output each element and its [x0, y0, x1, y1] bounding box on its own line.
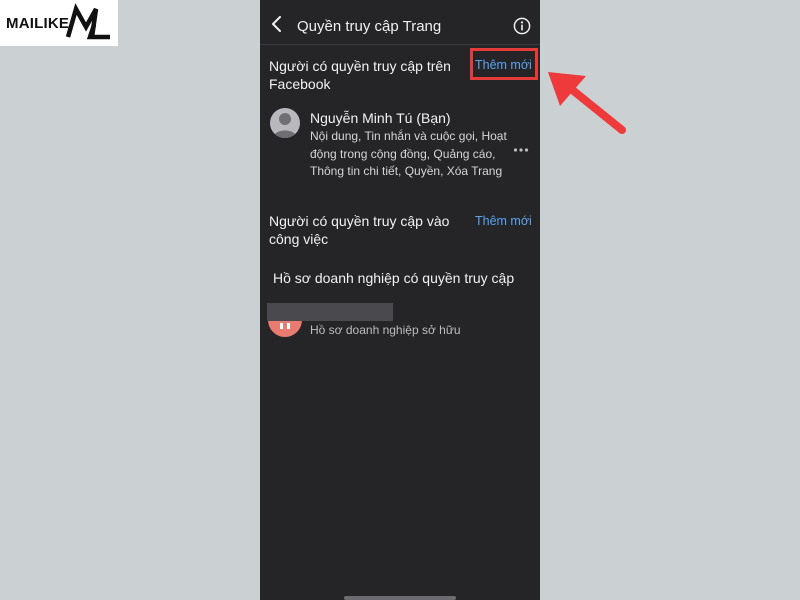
more-dots-icon[interactable]	[513, 146, 529, 154]
red-arrow-annotation	[548, 72, 626, 134]
back-chevron-icon[interactable]	[270, 16, 284, 32]
highlight-box-annotation	[470, 48, 538, 80]
redacted-business-name	[267, 303, 393, 321]
business-access-section-title: Hồ sơ doanh nghiệp có quyền truy cập	[273, 270, 515, 286]
user-permissions: Nội dung, Tin nhắn và cuộc gọi, Hoạt độn…	[310, 129, 507, 179]
watermark-logo: MAILIKE	[0, 0, 118, 46]
user-name: Nguyễn Minh Tú (Bạn)	[310, 110, 451, 126]
home-indicator	[344, 596, 456, 600]
top-bar: Quyền truy cập Trang	[260, 0, 540, 45]
ml-monogram-icon	[65, 3, 110, 40]
watermark-brand-text: MAILIKE	[6, 14, 70, 32]
info-icon[interactable]	[513, 17, 531, 35]
task-access-section-title: Người có quyền truy cập vào công việc	[269, 213, 450, 247]
avatar-silhouette-icon	[273, 113, 297, 138]
phone-screen: Quyền truy cập Trang Người có quyền truy…	[260, 0, 540, 600]
page-title: Quyền truy cập Trang	[297, 18, 442, 35]
add-task-access-button[interactable]: Thêm mới	[475, 214, 532, 228]
business-item-subtitle[interactable]: Hồ sơ doanh nghiệp sở hữu	[310, 323, 461, 337]
user-avatar	[270, 108, 300, 138]
facebook-access-section-title: Người có quyền truy cập trên Facebook	[269, 58, 451, 92]
